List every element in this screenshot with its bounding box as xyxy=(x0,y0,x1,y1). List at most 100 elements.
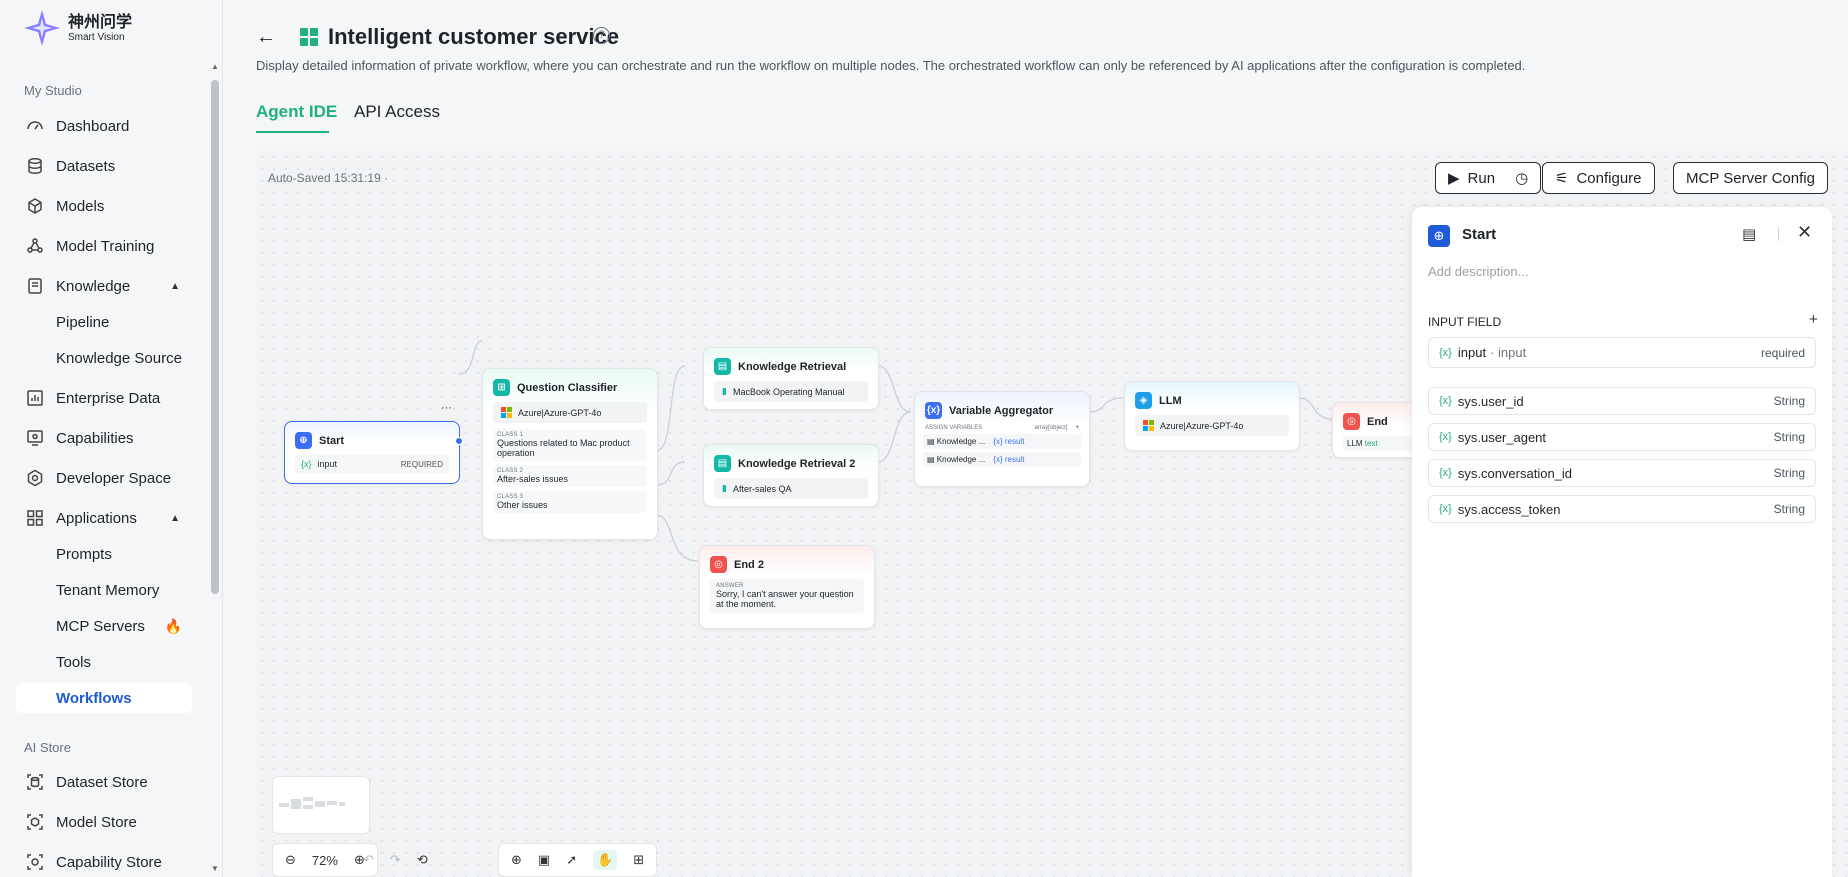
fire-icon: 🔥 xyxy=(164,617,182,634)
node-title: Knowledge Retrieval 2 xyxy=(738,457,856,470)
node-end-2[interactable]: ◎ End 2 ANSWER Sorry, I can't answer you… xyxy=(699,545,875,629)
node-knowledge-retrieval[interactable]: ▤ Knowledge Retrieval ▮ MacBook Operatin… xyxy=(703,347,879,410)
sidebar-item-label: Datasets xyxy=(56,157,116,175)
sidebar-item-mcp-servers[interactable]: MCP Servers 🔥 xyxy=(16,611,192,641)
variable-icon: {x} xyxy=(1439,395,1452,407)
help-icon[interactable]: ? xyxy=(593,27,610,44)
add-field-icon[interactable]: + xyxy=(1809,311,1818,328)
chevron-up-icon[interactable]: ▲ xyxy=(170,513,180,524)
chevron-up-icon[interactable]: ▲ xyxy=(170,281,180,292)
input-field-heading: INPUT FIELD xyxy=(1428,315,1502,329)
sidebar-item-enterprise-data[interactable]: Enterprise Data xyxy=(16,383,192,413)
panel-title: Start xyxy=(1462,226,1497,243)
brand-logo[interactable]: 神州问学 Smart Vision xyxy=(22,8,132,48)
organize-icon[interactable]: ⊞ xyxy=(633,852,644,868)
sidebar-item-dashboard[interactable]: Dashboard xyxy=(16,111,192,141)
variable-aggregator-icon: {x} xyxy=(925,402,942,419)
undo-icon[interactable]: ↶ xyxy=(363,852,374,868)
sidebar-item-prompts[interactable]: Prompts xyxy=(16,539,192,569)
tab-agent-ide[interactable]: Agent IDE xyxy=(256,102,337,122)
workflow-icon xyxy=(300,28,318,46)
book-icon: ▤ xyxy=(714,455,731,472)
sidebar-item-developer-space[interactable]: Developer Space xyxy=(16,463,192,493)
sidebar-item-model-training[interactable]: Model Training xyxy=(16,231,192,261)
zoom-level[interactable]: 72% xyxy=(312,853,338,868)
sidebar-item-dataset-store[interactable]: Dataset Store xyxy=(16,767,192,797)
node-knowledge-retrieval-2[interactable]: ▤ Knowledge Retrieval 2 ▮ After-sales QA xyxy=(703,444,879,507)
logo-icon xyxy=(24,10,60,46)
redo-icon[interactable]: ↷ xyxy=(390,852,401,868)
scroll-thumb[interactable] xyxy=(211,80,219,594)
node-start[interactable]: ⊕ Start {x} input REQUIRED xyxy=(284,421,460,484)
section-ai-store: AI Store xyxy=(24,740,71,755)
divider xyxy=(1778,227,1779,241)
sidebar-item-knowledge[interactable]: Knowledge ▲ xyxy=(16,271,192,301)
node-variable-aggregator[interactable]: {x} Variable Aggregator ASSIGN VARIABLES… xyxy=(914,391,1090,487)
node-llm[interactable]: ◈ LLM Azure|Azure-GPT-4o xyxy=(1124,381,1300,451)
node-title: Question Classifier xyxy=(517,381,618,394)
description-input[interactable]: Add description... xyxy=(1428,264,1528,279)
scroll-down-icon[interactable]: ▼ xyxy=(210,864,220,874)
node-end[interactable]: ◎ End LLM text xyxy=(1332,402,1422,458)
sidebar-item-pipeline[interactable]: Pipeline xyxy=(16,307,192,337)
dashboard-icon xyxy=(26,117,44,135)
database-icon xyxy=(26,157,44,175)
scroll-up-icon[interactable]: ▲ xyxy=(210,62,220,72)
active-tab-indicator xyxy=(256,131,329,133)
node-question-classifier[interactable]: ⊞ Question Classifier Azure|Azure-GPT-4o… xyxy=(482,368,658,540)
sidebar-item-label: Capabilities xyxy=(56,429,134,447)
node-title: Start xyxy=(319,434,345,447)
sidebar-scrollbar[interactable]: ▲ ▼ xyxy=(210,62,220,874)
sidebar: 神州问学 Smart Vision ▲ ▼ My Studio Dashboar… xyxy=(0,0,223,877)
sidebar-item-label: Developer Space xyxy=(56,469,172,487)
llm-icon: ◈ xyxy=(1135,392,1152,409)
sidebar-item-applications[interactable]: Applications ▲ xyxy=(16,503,192,533)
tab-api-access[interactable]: API Access xyxy=(354,102,440,122)
doc-icon: ▮ xyxy=(722,386,727,396)
variable-icon: {x} xyxy=(1439,346,1452,359)
back-arrow-icon[interactable]: ← xyxy=(256,26,276,49)
field-type: String xyxy=(1773,466,1805,480)
sidebar-item-capabilities[interactable]: Capabilities xyxy=(16,423,192,453)
start-output-port[interactable] xyxy=(455,437,463,445)
sidebar-item-tenant-memory[interactable]: Tenant Memory xyxy=(16,575,192,605)
sidebar-item-datasets[interactable]: Datasets xyxy=(16,151,192,181)
end-output-var: text xyxy=(1364,439,1378,448)
end-output-source: LLM xyxy=(1347,439,1363,448)
page-title: Intelligent customer service xyxy=(328,24,619,49)
sidebar-item-label: Knowledge xyxy=(56,277,131,295)
close-icon[interactable]: ✕ xyxy=(1797,222,1812,243)
node-title: End 2 xyxy=(734,558,764,571)
agg-row-name: Knowledge ... xyxy=(936,455,986,464)
hand-icon[interactable]: ✋ xyxy=(593,850,618,870)
pointer-icon[interactable]: ➚ xyxy=(566,852,577,868)
field-name: sys.user_id xyxy=(1457,393,1524,409)
more-icon[interactable]: ··· xyxy=(441,402,452,414)
classifier-icon: ⊞ xyxy=(493,379,510,396)
sidebar-item-model-store[interactable]: Model Store xyxy=(16,807,192,837)
field-name: input xyxy=(1457,345,1487,360)
node-title: Knowledge Retrieval xyxy=(738,360,847,373)
notes-icon[interactable]: ▤ xyxy=(1742,225,1756,243)
input-field-row[interactable]: {x} input · input required xyxy=(1428,337,1816,368)
agg-row-name: Knowledge ... xyxy=(936,437,986,446)
history-icon[interactable]: ⟲ xyxy=(417,852,428,868)
add-note-icon[interactable]: ▣ xyxy=(538,852,550,868)
sidebar-item-workflows[interactable]: Workflows xyxy=(16,683,192,713)
cube-icon xyxy=(26,197,44,215)
microsoft-icon xyxy=(501,407,512,418)
start-icon: ⊕ xyxy=(1428,225,1450,247)
sidebar-item-capability-store[interactable]: Capability Store xyxy=(16,847,192,877)
sidebar-item-knowledge-source[interactable]: Knowledge Source xyxy=(16,343,192,373)
add-variable-icon[interactable]: + xyxy=(1075,425,1079,431)
minimap[interactable] xyxy=(272,776,370,834)
zoom-out-icon[interactable]: ⊖ xyxy=(285,852,296,868)
chart-icon xyxy=(26,389,44,407)
add-node-icon[interactable]: ⊕ xyxy=(511,852,522,868)
node-title: LLM xyxy=(1159,394,1182,407)
class-text: Other issues xyxy=(497,500,548,510)
sidebar-item-label: Tenant Memory xyxy=(56,581,160,599)
sidebar-item-label: Model Store xyxy=(56,813,137,831)
sidebar-item-tools[interactable]: Tools xyxy=(16,647,192,677)
sidebar-item-models[interactable]: Models xyxy=(16,191,192,221)
